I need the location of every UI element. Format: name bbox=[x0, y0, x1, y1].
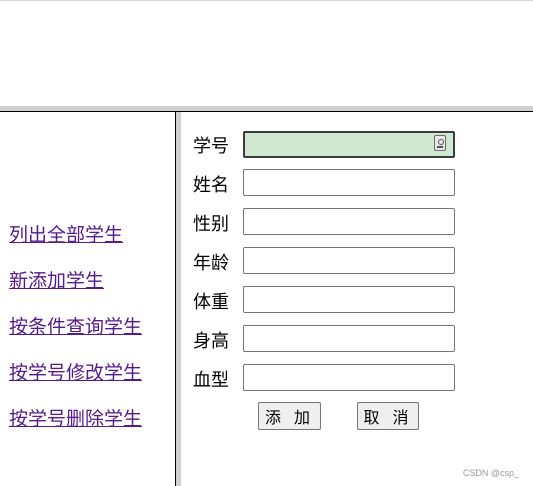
add-button[interactable]: 添 加 bbox=[258, 402, 321, 430]
field-label-blood-type: 血型 bbox=[193, 370, 229, 391]
nav-link-list-all[interactable]: 列出全部学生 bbox=[9, 220, 123, 247]
cancel-button[interactable]: 取 消 bbox=[357, 402, 419, 430]
field-label-weight: 体重 bbox=[193, 292, 229, 313]
field-label-age: 年龄 bbox=[193, 253, 229, 274]
blood-type-input[interactable] bbox=[243, 364, 455, 391]
nav-link-query[interactable]: 按条件查询学生 bbox=[9, 312, 142, 339]
nav-frame: 列出全部学生 新添加学生 按条件查询学生 按学号修改学生 按学号删除学生 bbox=[0, 112, 175, 486]
field-label-name: 姓名 bbox=[193, 175, 229, 196]
gender-input[interactable] bbox=[243, 208, 455, 235]
field-label-student-id: 学号 bbox=[193, 136, 229, 157]
form-frame: 学号 姓名 性别 年龄 体重 身高 血型 添 加 取 消 CSDN @csp_ bbox=[181, 112, 533, 486]
age-input[interactable] bbox=[243, 247, 455, 274]
nav-link-add-new[interactable]: 新添加学生 bbox=[9, 266, 104, 293]
nav-link-delete[interactable]: 按学号删除学生 bbox=[9, 404, 142, 431]
watermark: CSDN @csp_ bbox=[462, 468, 519, 478]
weight-input[interactable] bbox=[243, 286, 455, 313]
field-label-gender: 性别 bbox=[193, 214, 229, 235]
password-manager-icon[interactable] bbox=[434, 135, 446, 151]
field-label-height: 身高 bbox=[193, 331, 229, 352]
top-frame bbox=[0, 0, 533, 107]
name-input[interactable] bbox=[243, 169, 455, 196]
student-id-input[interactable] bbox=[243, 131, 455, 158]
height-input[interactable] bbox=[243, 325, 455, 352]
nav-link-modify[interactable]: 按学号修改学生 bbox=[9, 358, 142, 385]
